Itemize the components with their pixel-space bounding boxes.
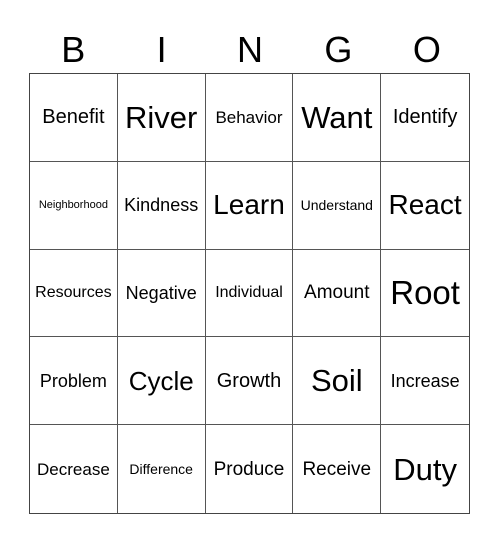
header-letter-i: I [156, 29, 167, 70]
bingo-cell: Kindness [117, 161, 206, 250]
bingo-cell: Difference [118, 425, 206, 513]
bingo-grid: Benefit River Behavior Want Identify Nei… [29, 73, 470, 514]
bingo-cell: Behavior [205, 74, 294, 162]
bingo-cell: Increase [381, 337, 469, 426]
bingo-cell: Produce [206, 425, 294, 513]
bingo-cell: Resources [30, 249, 118, 338]
header-letter-g: G [324, 29, 353, 70]
bingo-header: B I N G O [29, 28, 471, 72]
bingo-cell: Individual [205, 249, 294, 338]
bingo-cell: Soil [293, 337, 382, 426]
header-letter-n: N [237, 29, 264, 70]
bingo-cell: Neighborhood [30, 161, 118, 250]
bingo-cell: Growth [205, 337, 294, 426]
bingo-cell: Decrease [30, 425, 118, 513]
bingo-cell: Identify [381, 74, 469, 162]
bingo-cell: Benefit [30, 74, 118, 162]
bingo-cell: Problem [30, 337, 118, 426]
bingo-cell: React [381, 162, 469, 250]
bingo-cell: Understand [293, 161, 382, 250]
bingo-cell: Duty [393, 451, 457, 487]
header-letter-o: O [412, 29, 441, 70]
header-letter-b: B [61, 29, 86, 70]
bingo-cell: Root [381, 250, 469, 338]
bingo-cell: Amount [293, 249, 382, 338]
bingo-cell: Learn [205, 161, 294, 250]
bingo-cell: Receive [293, 425, 382, 513]
bingo-cell: Cycle [117, 337, 206, 426]
bingo-cell: Negative [117, 249, 206, 338]
bingo-cell: Want [293, 74, 382, 162]
bingo-cell: River [117, 74, 206, 162]
